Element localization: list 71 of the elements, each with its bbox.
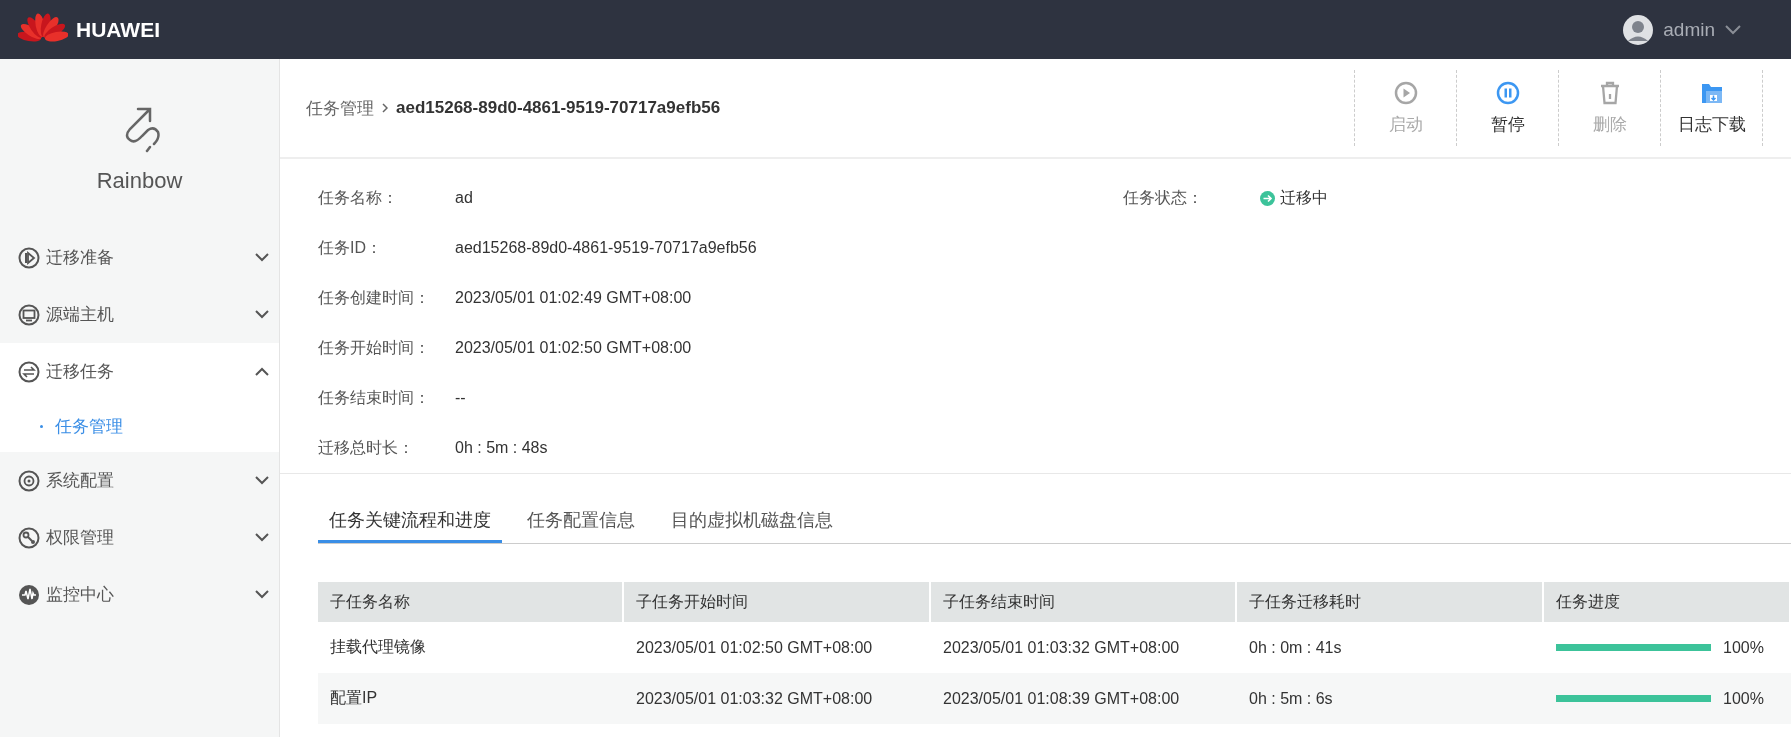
table-cell: 0h : 5m : 6s: [1237, 673, 1544, 724]
table-cell: 配置IP: [318, 673, 624, 724]
submenu-item[interactable]: 任务管理: [0, 400, 279, 452]
column-header: 子任务结束时间: [931, 582, 1237, 622]
menu-item[interactable]: 权限管理: [0, 509, 279, 566]
table-cell: 2023/05/01 01:03:32 GMT+08:00: [624, 673, 931, 724]
menu-label: 系统配置: [46, 470, 114, 492]
breadcrumb-link[interactable]: 任务管理: [306, 96, 374, 120]
play-circle-icon: [18, 246, 40, 269]
field-value: 2023/05/01 01:02:49 GMT+08:00: [455, 289, 692, 307]
tab[interactable]: 目的虚拟机磁盘信息: [660, 500, 844, 543]
table-cell-text: 2023/05/01 01:03:32 GMT+08:00: [942, 637, 1181, 658]
column-header: 子任务开始时间: [624, 582, 931, 622]
key-icon: [18, 526, 40, 549]
menu-label: 迁移准备: [46, 247, 114, 269]
chevron-right-icon: [382, 103, 388, 113]
monitor-icon: [18, 303, 40, 326]
progress-text: 100%: [1723, 689, 1764, 708]
field-value: 2023/05/01 01:02:50 GMT+08:00: [455, 339, 692, 357]
chevron-up-icon: [255, 367, 269, 376]
pause-circle-icon: [1495, 80, 1520, 105]
menu-label: 监控中心: [46, 584, 114, 606]
submenu-label: 任务管理: [55, 415, 123, 438]
chevron-down-icon: [255, 533, 269, 542]
chevron-down-icon: [255, 476, 269, 485]
menu-item[interactable]: 迁移任务: [0, 343, 279, 400]
field-label: 任务开始时间：: [318, 337, 431, 358]
field-label: 任务名称：: [318, 187, 399, 208]
field-value: --: [455, 389, 466, 407]
field-value: ad: [455, 189, 473, 207]
menu-label: 迁移任务: [46, 361, 114, 383]
tab[interactable]: 任务关键流程和进度: [318, 500, 502, 543]
gear-icon: [18, 469, 40, 492]
breadcrumb-current: aed15268-89d0-4861-9519-70717a9efb56: [396, 98, 721, 118]
menu-label: 源端主机: [46, 304, 114, 326]
chevron-down-icon: [255, 253, 269, 262]
field-label: 任务结束时间：: [318, 387, 431, 408]
toolbar-button[interactable]: 暂停: [1457, 70, 1559, 146]
table-cell-text: 0h : 0m : 41s: [1248, 637, 1343, 658]
field-label: 任务ID：: [318, 237, 383, 258]
table-cell-text: 挂载代理镜像: [329, 637, 427, 657]
table-cell: 2023/05/01 01:08:39 GMT+08:00: [931, 673, 1237, 724]
status-value: 迁移中: [1280, 187, 1328, 208]
app-name: Rainbow: [96, 168, 183, 194]
tab[interactable]: 任务配置信息: [516, 500, 646, 543]
menu-item[interactable]: 监控中心: [0, 566, 279, 623]
chevron-down-icon: [255, 590, 269, 599]
progress-text: 100%: [1723, 638, 1764, 657]
field-value: 0h : 5m : 48s: [455, 439, 548, 457]
field-value: aed15268-89d0-4861-9519-70717a9efb56: [455, 239, 757, 257]
user-name[interactable]: admin: [1663, 18, 1715, 41]
toolbar-button[interactable]: 日志下载: [1661, 70, 1763, 146]
bullet-icon: [40, 424, 43, 428]
chevron-down-icon[interactable]: [1725, 24, 1741, 35]
menu-label: 权限管理: [46, 527, 114, 549]
column-header: 子任务迁移耗时: [1237, 582, 1544, 622]
column-header: 任务进度: [1544, 582, 1791, 622]
menu-item[interactable]: 源端主机: [0, 286, 279, 343]
chevron-down-icon: [255, 310, 269, 319]
menu-item[interactable]: 系统配置: [0, 452, 279, 509]
swap-arrows-icon: [18, 360, 40, 383]
menu-item[interactable]: 迁移准备: [0, 229, 279, 286]
pulse-icon: [18, 583, 40, 606]
field-label: 任务状态：: [1123, 187, 1204, 208]
field-label: 任务创建时间：: [318, 287, 431, 308]
play-circle-icon: [1393, 80, 1418, 105]
table-cell-text: 2023/05/01 01:02:50 GMT+08:00: [635, 637, 874, 658]
field-label: 迁移总时长：: [318, 437, 415, 458]
column-header: 子任务名称: [318, 582, 624, 622]
brand-name: HUAWEI: [76, 17, 160, 42]
avatar-icon[interactable]: [1623, 14, 1654, 45]
